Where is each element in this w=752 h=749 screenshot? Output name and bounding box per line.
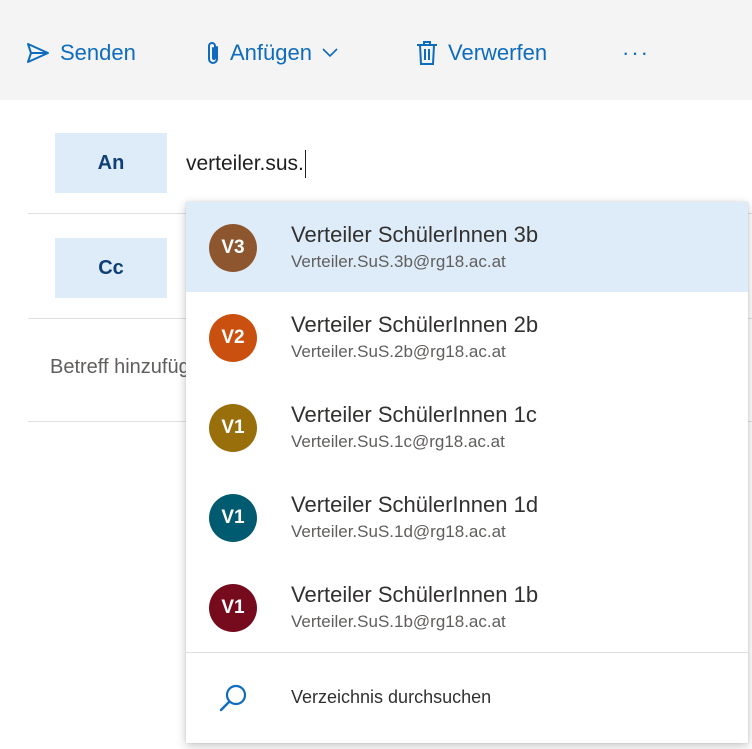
recipient-suggestions-dropdown: V3 Verteiler SchülerInnen 3b Verteiler.S… [186, 202, 748, 743]
avatar: V3 [209, 224, 257, 272]
attach-button[interactable]: Anfügen [206, 33, 338, 73]
suggestion-email: Verteiler.SuS.1d@rg18.ac.at [291, 522, 506, 541]
trash-icon [416, 40, 438, 66]
more-options-button[interactable]: ··· [622, 33, 650, 73]
avatar: V1 [209, 404, 257, 452]
suggestion-name: Verteiler SchülerInnen 1d [291, 492, 539, 517]
more-icon: ··· [622, 40, 650, 65]
suggestion-name: Verteiler SchülerInnen 1c [291, 402, 537, 427]
suggestion-item[interactable]: V2 Verteiler SchülerInnen 2b Verteiler.S… [186, 292, 748, 382]
suggestion-item[interactable]: V1 Verteiler SchülerInnen 1b Verteiler.S… [186, 562, 748, 652]
attach-label: Anfügen [230, 40, 312, 65]
suggestion-email: Verteiler.SuS.3b@rg18.ac.at [291, 252, 506, 271]
send-icon [26, 42, 50, 64]
text-caret [304, 150, 306, 178]
avatar: V1 [209, 584, 257, 632]
subject-input[interactable]: Betreff hinzufügen [50, 356, 190, 386]
discard-button[interactable]: Verwerfen [416, 33, 547, 73]
command-bar: Senden Anfügen Verwerfen ··· [0, 0, 752, 100]
avatar: V1 [209, 494, 257, 542]
suggestion-item[interactable]: V1 Verteiler SchülerInnen 1c Verteiler.S… [186, 382, 748, 472]
send-label: Senden [60, 40, 136, 65]
cc-button[interactable]: Cc [55, 238, 167, 298]
suggestion-name: Verteiler SchülerInnen 1b [291, 582, 539, 607]
suggestion-item[interactable]: V3 Verteiler SchülerInnen 3b Verteiler.S… [186, 202, 748, 292]
suggestion-email: Verteiler.SuS.1b@rg18.ac.at [291, 612, 506, 631]
suggestion-name: Verteiler SchülerInnen 2b [291, 312, 539, 337]
to-button[interactable]: An [55, 133, 167, 193]
suggestion-name: Verteiler SchülerInnen 3b [291, 222, 539, 247]
suggestion-email: Verteiler.SuS.1c@rg18.ac.at [291, 432, 505, 451]
suggestion-item[interactable]: V1 Verteiler SchülerInnen 1d Verteiler.S… [186, 472, 748, 562]
discard-label: Verwerfen [448, 40, 548, 65]
suggestion-email: Verteiler.SuS.2b@rg18.ac.at [291, 342, 506, 361]
chevron-down-icon[interactable] [322, 48, 338, 58]
send-button[interactable]: Senden [26, 33, 136, 73]
to-input-text: verteiler.sus. [186, 152, 304, 175]
to-input[interactable]: verteiler.sus. [186, 146, 306, 182]
paperclip-icon [206, 40, 220, 66]
search-icon [218, 683, 248, 718]
search-directory-label: Verzeichnis durchsuchen [291, 687, 492, 707]
search-directory-button[interactable]: Verzeichnis durchsuchen [186, 653, 748, 743]
avatar: V2 [209, 314, 257, 362]
